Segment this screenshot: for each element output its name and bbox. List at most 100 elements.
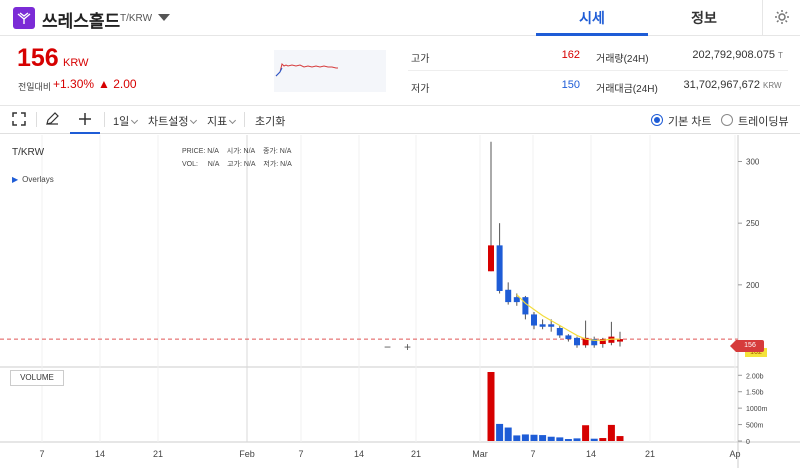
ohlc-row-2: VOL: N/A 고가: N/A 저가: N/A <box>182 159 292 169</box>
candle-body <box>531 314 537 326</box>
tab-info[interactable]: 정보 <box>648 0 760 36</box>
volume-tick-label: 1000m <box>746 406 768 413</box>
change-label: 전일대비 <box>18 82 52 92</box>
y-tick-label: 300 <box>746 158 760 167</box>
low-value: 150 <box>561 79 580 91</box>
volume-tick-label: 2.00b <box>746 373 764 380</box>
tab-price[interactable]: 시세 <box>536 0 648 36</box>
volume-value: 202,792,908.075 <box>692 49 775 61</box>
tradingview-label[interactable]: 트레이딩뷰 <box>738 113 789 129</box>
fullscreen-icon[interactable] <box>12 112 26 129</box>
current-price-badge: 156 <box>730 340 764 352</box>
chevron-down-icon <box>190 116 198 125</box>
chart-pair-label: T/KRW <box>12 147 45 158</box>
candle-body <box>505 289 512 303</box>
volume-bar <box>607 424 615 441</box>
ohlc-value: N/A <box>243 148 256 155</box>
chart-settings-select[interactable]: 차트설정 <box>148 113 198 129</box>
radio-tradingview[interactable] <box>721 114 733 126</box>
toolbar-divider <box>104 112 105 127</box>
x-tick-label: Mar <box>472 449 488 459</box>
candlestick-chart[interactable]: 7 14 21 Feb 7 14 21 Mar 7 14 21 Ap 300 250 200 2.00b 1.5… <box>0 135 800 468</box>
x-tick-label: 7 <box>298 449 303 459</box>
candle-body <box>513 297 520 303</box>
x-tick-label: 14 <box>586 449 596 459</box>
gear-icon <box>775 10 789 24</box>
chart-toolbar: 1일 차트설정 지표 초기화 기본 차트 트레이딩뷰 <box>0 106 800 134</box>
volume-tag: VOLUME <box>10 370 64 386</box>
high-label: 고가 <box>411 54 430 65</box>
volume-bar <box>564 439 572 441</box>
x-tick-label: 7 <box>530 449 535 459</box>
volume-unit: T <box>778 51 783 60</box>
volume-tick-label: 500m <box>746 423 764 430</box>
volume-bar <box>530 434 538 441</box>
volume-bar <box>616 436 624 441</box>
volume-bar <box>513 435 521 441</box>
price-unit: KRW <box>63 57 89 69</box>
indicators-select[interactable]: 지표 <box>207 113 237 129</box>
ohlc-row-1: PRICE: N/A 시가: N/A 종가: N/A <box>182 146 291 156</box>
pencil-icon[interactable] <box>45 112 59 129</box>
reset-button[interactable]: 초기화 <box>255 113 285 129</box>
ohlc-key: 고가: <box>227 161 242 168</box>
top-header: 쓰레스홀드 T/KRW 시세 정보 <box>0 0 800 36</box>
candle-body <box>488 245 494 272</box>
volume-bar <box>556 437 564 441</box>
volume-bar <box>504 427 512 441</box>
coin-name[interactable]: 쓰레스홀드 <box>42 7 120 32</box>
overlays-toggle[interactable]: ▶ Overlays <box>12 175 54 184</box>
volume-bar <box>547 436 555 441</box>
candle-body <box>556 328 563 336</box>
x-tick-label: 21 <box>645 449 655 459</box>
candle-body <box>539 324 546 327</box>
coin-logo-icon <box>13 7 35 29</box>
sparkline-prefix <box>275 67 283 77</box>
row-divider <box>408 70 788 71</box>
triangle-right-icon: ▶ <box>12 175 19 184</box>
x-tick-label: Ap <box>729 449 740 459</box>
coin-select-chevron-down-icon[interactable] <box>158 14 170 21</box>
interval-label: 1일 <box>113 116 130 128</box>
settings-button[interactable] <box>762 0 800 36</box>
radio-basic-chart[interactable] <box>651 114 663 126</box>
candle-body <box>548 324 555 327</box>
zoom-controls: − + <box>380 340 420 355</box>
current-price: 156 <box>17 44 59 72</box>
sparkline-chart <box>274 50 386 92</box>
coin-pair: T/KRW <box>120 13 153 24</box>
zoom-out-button[interactable]: − <box>384 340 391 354</box>
amount-value: 31,702,967,672 <box>683 79 760 91</box>
ohlc-value: N/A <box>243 161 256 168</box>
volume-tick-label: 0 <box>746 439 750 446</box>
volume-bar <box>521 434 529 441</box>
ohlc-value: N/A <box>207 148 219 155</box>
sparkline-line <box>275 63 338 77</box>
chevron-down-icon <box>229 116 237 125</box>
interval-select[interactable]: 1일 <box>113 113 139 129</box>
candle-body <box>565 335 572 340</box>
volume-tick-label: 1.50b <box>746 390 764 397</box>
volume-bar <box>590 438 598 441</box>
indicators-label: 지표 <box>207 116 228 128</box>
toolbar-divider <box>244 112 245 127</box>
basic-chart-label[interactable]: 기본 차트 <box>668 113 712 129</box>
y-tick-label: 200 <box>746 281 760 290</box>
plus-icon <box>79 113 91 125</box>
chart-area[interactable]: 7 14 21 Feb 7 14 21 Mar 7 14 21 Ap 300 250 200 2.00b 1.5… <box>0 135 800 468</box>
volume-bar <box>539 435 547 441</box>
x-tick-label: 21 <box>153 449 163 459</box>
ohlc-key: VOL: <box>182 161 198 168</box>
ohlc-value: N/A <box>279 148 292 155</box>
zoom-in-button[interactable]: + <box>404 340 411 354</box>
volume-label: 거래량(24H) <box>596 54 649 65</box>
high-value: 162 <box>561 49 580 61</box>
volume-bar <box>496 423 504 441</box>
change-percent: +1.30% <box>53 77 95 91</box>
ohlc-value: N/A <box>280 161 292 168</box>
crosshair-tool-button[interactable] <box>70 106 100 134</box>
chevron-down-icon <box>131 116 139 125</box>
toolbar-divider <box>36 112 37 127</box>
volume-bar <box>487 372 495 441</box>
x-tick-label: 7 <box>39 449 44 459</box>
